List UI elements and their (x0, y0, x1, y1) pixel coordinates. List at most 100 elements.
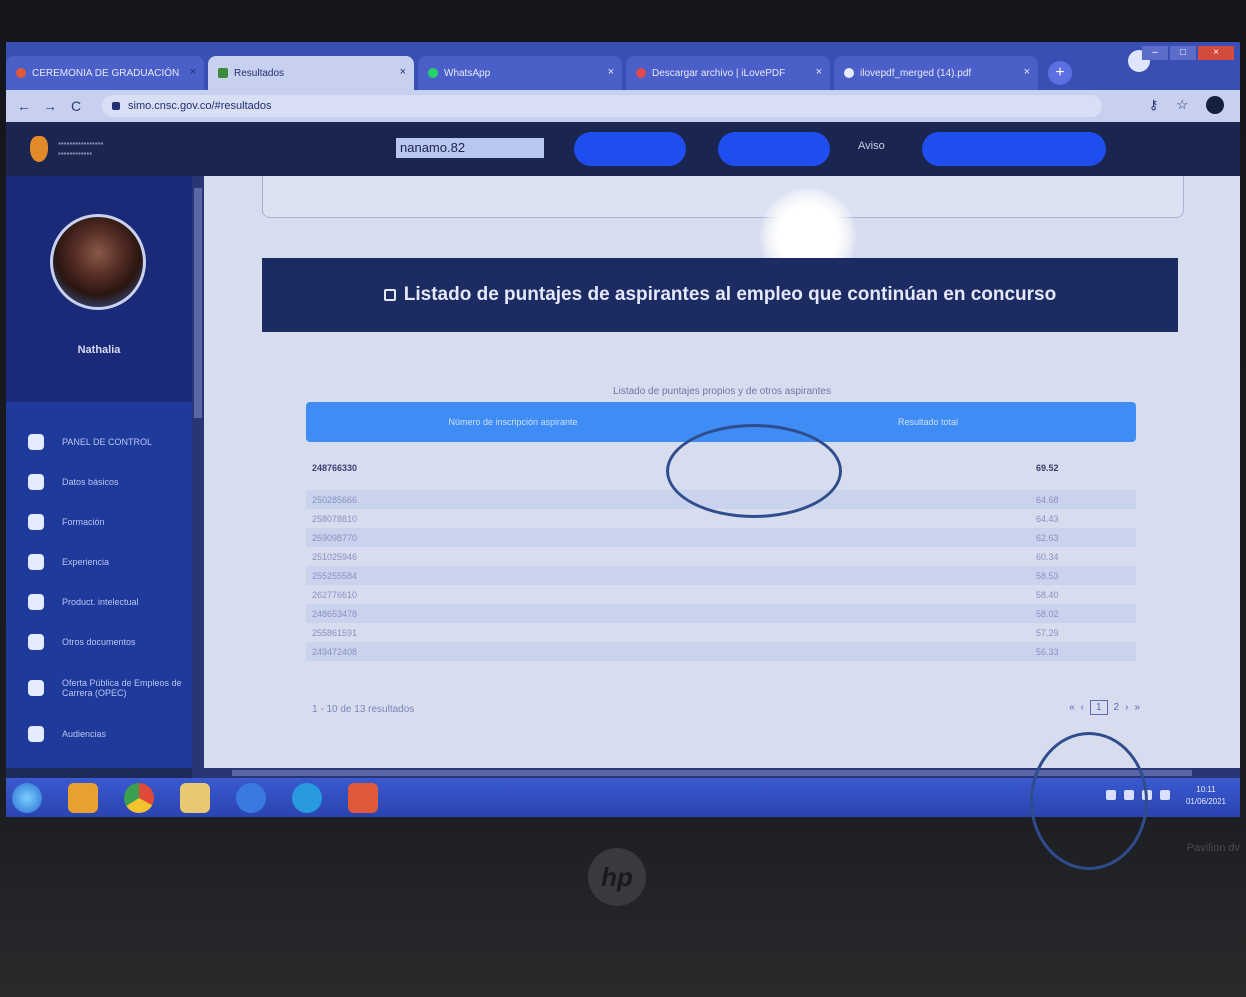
graduation-icon (28, 514, 44, 530)
clock-date: 01/06/2021 (1185, 797, 1226, 806)
media-player-icon[interactable] (68, 783, 98, 813)
hp-logo: hp (588, 848, 646, 906)
reload-icon[interactable]: C (68, 98, 84, 114)
sidebar: Nathalia PANEL DE CONTROL Datos básicos … (6, 176, 192, 768)
app-header: ▪▪▪▪▪▪▪▪▪▪▪▪▪▪▪▪ ▪▪▪▪▪▪▪▪▪▪▪▪ nanamo.82 A… (6, 122, 1240, 176)
globe-icon (28, 680, 44, 696)
cnsc-logo: ▪▪▪▪▪▪▪▪▪▪▪▪▪▪▪▪ ▪▪▪▪▪▪▪▪▪▪▪▪ (30, 136, 208, 162)
last-page-button[interactable]: » (1134, 702, 1140, 713)
close-window-icon[interactable]: × (1198, 46, 1234, 60)
close-icon[interactable]: × (400, 66, 406, 78)
window-controls: – □ × (1142, 46, 1234, 60)
results-banner: Listado de puntajes de aspirantes al emp… (262, 258, 1178, 332)
book-icon (28, 594, 44, 610)
clock-time: 10:11 (1196, 785, 1216, 794)
table-row: 255861591 57.29 (306, 623, 1136, 642)
header-button-2[interactable] (718, 132, 830, 166)
account-avatar-icon[interactable] (1206, 96, 1224, 114)
sidebar-menu: PANEL DE CONTROL Datos básicos Formación… (6, 422, 192, 754)
model-text: Pavilion dv (1186, 842, 1240, 854)
first-page-button[interactable]: « (1069, 702, 1075, 713)
new-tab-button[interactable]: + (1048, 61, 1072, 85)
sidebar-item-produccion-intelectual[interactable]: Product. intelectual (6, 582, 192, 622)
list-icon (383, 289, 396, 301)
maximize-icon[interactable]: □ (1170, 46, 1196, 60)
close-icon[interactable]: × (190, 66, 196, 78)
scrollbar-thumb[interactable] (194, 188, 202, 418)
sidebar-item-audiencias[interactable]: Audiencias (6, 714, 192, 754)
next-page-button[interactable]: › (1125, 702, 1128, 713)
paint-icon[interactable] (348, 783, 378, 813)
pdf-icon (636, 68, 646, 78)
sidebar-item-otros-documentos[interactable]: Otros documentos (6, 622, 192, 662)
sidebar-item-datos-basicos[interactable]: Datos básicos (6, 462, 192, 502)
globe-icon (844, 68, 854, 78)
table-row: 249472408 56.33 (306, 642, 1136, 661)
sidebar-profile: Nathalia (6, 176, 192, 402)
people-icon (28, 726, 44, 742)
tab-resultados[interactable]: Resultados × (208, 56, 414, 90)
column-header-inscripcion[interactable]: Número de inscripción aspirante (306, 417, 720, 427)
column-header-resultado[interactable]: Resultado total (720, 417, 1136, 427)
annotation-circle-score (666, 424, 842, 518)
annotation-circle-clock (1030, 732, 1148, 870)
user-icon (28, 474, 44, 490)
start-button-icon[interactable] (12, 783, 42, 813)
close-icon[interactable]: × (816, 66, 822, 78)
logo-mark-icon (30, 136, 48, 162)
header-button-3[interactable] (922, 132, 1106, 166)
volume-icon[interactable] (1160, 790, 1170, 800)
banner-title: Listado de puntajes de aspirantes al emp… (403, 284, 1057, 305)
forward-icon[interactable]: → (42, 98, 58, 114)
folder-icon[interactable] (180, 783, 210, 813)
star-icon[interactable]: ☆ (1176, 97, 1188, 113)
current-page-button[interactable]: 1 (1089, 700, 1108, 715)
table-row: 248653478 58.02 (306, 604, 1136, 623)
key-icon[interactable]: ⚷ (1149, 97, 1159, 113)
sidebar-item-opec[interactable]: Oferta Pública de Empleos de Carrera (OP… (6, 662, 192, 714)
previous-card (262, 176, 1184, 218)
page-2-button[interactable]: 2 (1114, 702, 1120, 713)
tab-whatsapp[interactable]: WhatsApp × (418, 56, 622, 90)
table-row: 255255584 58.53 (306, 566, 1136, 585)
dashboard-icon (28, 434, 44, 450)
sidebar-item-formacion[interactable]: Formación (6, 502, 192, 542)
back-icon[interactable]: ← (16, 98, 32, 114)
url-field[interactable]: simo.cnsc.gov.co/#resultados (102, 95, 1102, 117)
sidebar-scrollbar[interactable] (192, 176, 204, 768)
laptop-screen: CEREMONIA DE GRADUACIÓN × Resultados × W… (6, 42, 1240, 817)
table-row: 251025946 60.34 (306, 547, 1136, 566)
close-icon[interactable]: × (1024, 66, 1030, 78)
edge-icon[interactable] (292, 783, 322, 813)
results-count: 1 - 10 de 13 resultados (312, 704, 415, 715)
whatsapp-icon (428, 68, 438, 78)
address-bar: ← → C simo.cnsc.gov.co/#resultados ⚷ ☆ (6, 90, 1240, 122)
table-caption: Listado de puntajes propios y de otros a… (613, 386, 831, 397)
table-row: 262776610 58.40 (306, 585, 1136, 604)
internet-explorer-icon[interactable] (236, 783, 266, 813)
sidebar-item-experiencia[interactable]: Experiencia (6, 542, 192, 582)
tab-pdf-merged[interactable]: ilovepdf_merged (14).pdf × (834, 56, 1038, 90)
folder-icon (218, 68, 228, 78)
username-field[interactable]: nanamo.82 (396, 138, 544, 158)
briefcase-icon (28, 554, 44, 570)
aviso-link[interactable]: Aviso (858, 140, 885, 152)
tab-ceremonia[interactable]: CEREMONIA DE GRADUACIÓN × (6, 56, 204, 90)
pagination: « ‹ 1 2 › » (1069, 700, 1140, 715)
clock[interactable]: 10:11 01/06/2021 (1186, 784, 1226, 808)
logo-text: ▪▪▪▪▪▪▪▪▪▪▪▪▪▪▪▪ ▪▪▪▪▪▪▪▪▪▪▪▪ (58, 139, 104, 158)
document-icon (16, 68, 26, 78)
file-icon (28, 634, 44, 650)
sidebar-item-panel-de-control[interactable]: PANEL DE CONTROL (6, 422, 192, 462)
lock-icon (112, 102, 120, 110)
avatar (50, 214, 146, 310)
chrome-icon[interactable] (124, 783, 154, 813)
browser-tab-bar: CEREMONIA DE GRADUACIÓN × Resultados × W… (6, 42, 1240, 90)
minimize-icon[interactable]: – (1142, 46, 1168, 60)
user-name: Nathalia (77, 344, 121, 356)
tab-ilovepdf[interactable]: Descargar archivo | iLovePDF × (626, 56, 830, 90)
prev-page-button[interactable]: ‹ (1081, 702, 1084, 713)
header-button-1[interactable] (574, 132, 686, 166)
table-row: 259098770 62.63 (306, 528, 1136, 547)
close-icon[interactable]: × (608, 66, 614, 78)
